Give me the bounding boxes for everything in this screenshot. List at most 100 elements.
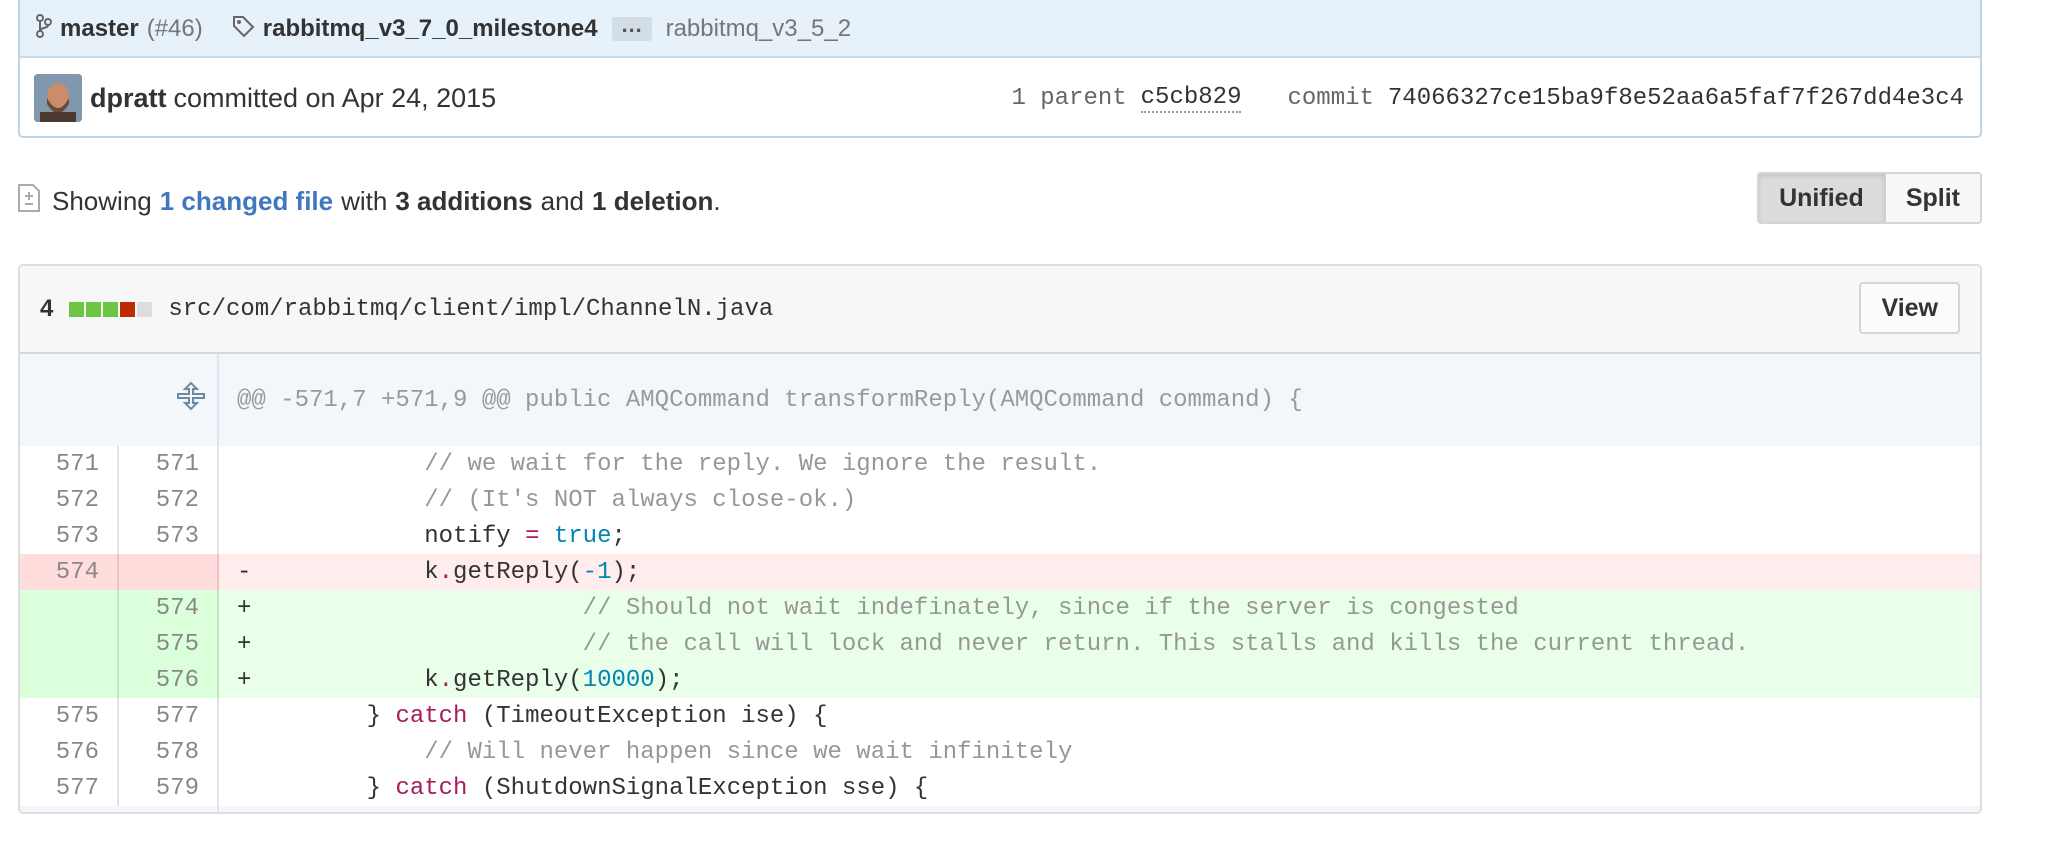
code-token: // Will never happen since we wait infin…: [424, 738, 1073, 766]
old-line-number[interactable]: 573: [20, 518, 119, 554]
code-token: =: [525, 522, 540, 550]
diff-line-context: 576 578 // Will never happen since we wai…: [20, 734, 1980, 770]
diff-line-context: 573 573 notify = true;: [20, 518, 1980, 554]
commit-date: committed on Apr 24, 2015: [173, 82, 497, 113]
old-line-number[interactable]: 574: [20, 554, 119, 590]
code-line: + k.getReply(10000);: [218, 662, 1980, 698]
commit-sha: 74066327ce15ba9f8e52aa6a5faf7f267dd4e3c4: [1387, 84, 1964, 112]
new-line-number[interactable]: 579: [118, 770, 219, 806]
tag-link-first[interactable]: rabbitmq_v3_7_0_milestone4: [263, 15, 598, 43]
diff-sign: +: [237, 594, 252, 622]
tags-expand-button[interactable]: …: [611, 14, 652, 41]
diff-sign: [237, 487, 251, 514]
expand-down-icon[interactable]: [20, 806, 219, 812]
code-line: } catch (TimeoutException ise) {: [218, 698, 1980, 734]
commit-label: commit: [1287, 84, 1374, 112]
diff-summary: Showing 1 changed file with 3 additions …: [18, 172, 1982, 226]
new-line-number[interactable]: 576: [118, 662, 219, 698]
diff-sign: [237, 523, 251, 550]
code-token: catch: [395, 774, 468, 802]
code-token: -1: [582, 558, 612, 586]
new-line-number[interactable]: 574: [118, 590, 219, 626]
code-token: catch: [395, 702, 468, 730]
branch-icon: [36, 13, 52, 45]
diff-line-context: 572 572 // (It's NOT always close-ok.): [20, 482, 1980, 518]
avatar[interactable]: [34, 74, 82, 122]
parent-label: 1 parent: [1011, 84, 1127, 112]
view-file-button[interactable]: View: [1859, 282, 1960, 334]
hunk-footer-spacer: [218, 806, 1980, 812]
diffstat-block: [86, 301, 102, 317]
diff-line-addition: 574 + // Should not wait indefinately, si…: [20, 590, 1980, 626]
summary-text: Showing 1 changed file with 3 additions …: [18, 184, 721, 219]
code-token: // the call will lock and never return. …: [582, 630, 1750, 658]
change-count: 4: [40, 295, 54, 322]
branch-bar: master (#46) rabbitmq_v3_7_0_milestone4 …: [20, 0, 1980, 58]
code-token: getReply(: [453, 666, 583, 694]
old-line-number[interactable]: [20, 662, 119, 698]
with-label: with: [341, 186, 388, 216]
branch-link[interactable]: master: [60, 15, 139, 43]
code-token: getReply(: [453, 558, 583, 586]
showing-label: Showing: [52, 186, 152, 216]
code-token: }: [251, 774, 396, 802]
file-diff-icon[interactable]: [18, 184, 40, 219]
code-line: - k.getReply(-1);: [218, 554, 1980, 590]
new-line-number[interactable]: 573: [118, 518, 219, 554]
diffstat-block: [137, 301, 153, 317]
code-token: 10000: [582, 666, 655, 694]
new-line-number[interactable]: [118, 554, 219, 590]
pr-ref[interactable]: (#46): [147, 15, 203, 43]
code-line: // Will never happen since we wait infin…: [218, 734, 1980, 770]
code-token: );: [654, 666, 684, 694]
diff-sign: [237, 451, 251, 478]
parent-sha-link[interactable]: c5cb829: [1140, 84, 1242, 113]
changed-files-link[interactable]: 1 changed file: [160, 186, 333, 217]
code-line: // (It's NOT always close-ok.): [218, 482, 1980, 518]
hunk-footer-row: [20, 806, 1980, 812]
old-line-number[interactable]: 571: [20, 446, 119, 482]
expand-up-icon[interactable]: [20, 354, 219, 446]
old-line-number[interactable]: [20, 626, 119, 662]
code-token: .: [438, 666, 454, 694]
unified-button[interactable]: Unified: [1759, 174, 1886, 222]
author-link[interactable]: dpratt: [90, 83, 167, 114]
code-line: // we wait for the reply. We ignore the …: [218, 446, 1980, 482]
additions-count: 3 additions: [395, 186, 533, 216]
diff-line-addition: 576 + k.getReply(10000);: [20, 662, 1980, 698]
hunk-header-row: @@ -571,7 +571,9 @@ public AMQCommand tr…: [20, 354, 1980, 446]
old-line-number[interactable]: 572: [20, 482, 119, 518]
file-path[interactable]: src/com/rabbitmq/client/impl/ChannelN.ja…: [168, 296, 773, 323]
diff-sign: [237, 775, 251, 802]
diff-sign: [237, 739, 251, 766]
new-line-number[interactable]: 571: [118, 446, 219, 482]
new-line-number[interactable]: 572: [118, 482, 219, 518]
tag-link-last[interactable]: rabbitmq_v3_5_2: [666, 15, 851, 43]
code-line: notify = true;: [218, 518, 1980, 554]
old-line-number[interactable]: [20, 590, 119, 626]
new-line-number[interactable]: 575: [118, 626, 219, 662]
code-token: );: [611, 558, 641, 586]
diff-table: @@ -571,7 +571,9 @@ public AMQCommand tr…: [20, 354, 1980, 812]
diff-sign: [237, 703, 251, 730]
diff-sign: -: [237, 558, 252, 586]
old-line-number[interactable]: 576: [20, 734, 119, 770]
old-line-number[interactable]: 575: [20, 698, 119, 734]
new-line-number[interactable]: 578: [118, 734, 219, 770]
old-line-number[interactable]: 577: [20, 770, 119, 806]
code-token: k: [251, 558, 439, 586]
commit-meta: dpratt committed on Apr 24, 2015 1 paren…: [20, 58, 1980, 136]
diffstat-block: [69, 301, 85, 317]
file-header: 4 src/com/rabbitmq/client/impl/ChannelN.…: [20, 266, 1980, 354]
code-token: .: [438, 558, 454, 586]
code-token: (ShutdownSignalException sse) {: [467, 774, 929, 802]
hunk-header: @@ -571,7 +571,9 @@ public AMQCommand tr…: [218, 354, 1980, 446]
split-button[interactable]: Split: [1885, 174, 1980, 222]
tag-icon: [231, 14, 255, 45]
new-line-number[interactable]: 577: [118, 698, 219, 734]
diffstat-block: [103, 301, 119, 317]
